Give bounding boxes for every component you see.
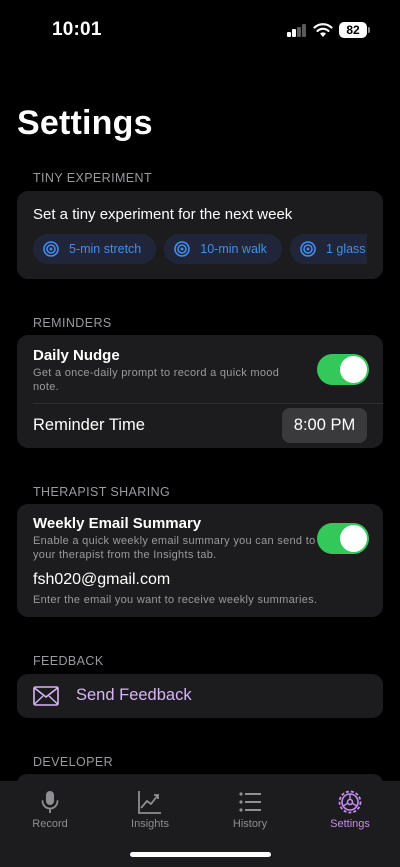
tab-insights[interactable]: Insights (100, 781, 200, 841)
therapist-sharing-card: Weekly Email Summary Enable a quick week… (17, 504, 383, 617)
daily-nudge-description: Get a once-daily prompt to record a quic… (33, 367, 280, 393)
divider (33, 403, 383, 404)
target-icon (174, 241, 191, 257)
experiment-chip[interactable]: 1 glass of w (289, 234, 367, 264)
envelope-icon (33, 686, 59, 706)
gear-icon (338, 790, 362, 814)
weekly-summary-title: Weekly Email Summary (33, 515, 202, 532)
battery-tip (368, 27, 370, 33)
target-icon (300, 241, 316, 257)
experiment-chip[interactable]: 5-min stretch (33, 234, 157, 264)
reminder-time-picker[interactable]: 8:00 PM (282, 408, 367, 443)
daily-nudge-toggle[interactable] (317, 354, 369, 385)
section-header-developer: DEVELOPER (33, 755, 114, 769)
section-header-tiny-experiment: TINY EXPERIMENT (33, 171, 152, 185)
target-icon (43, 241, 59, 257)
experiment-chip-list[interactable]: 5-min stretch 10-min walk 1 glass of w (33, 234, 367, 264)
status-bar: 10:01 82 (0, 0, 400, 60)
send-feedback-label: Send Feedback (76, 686, 192, 704)
wifi-icon (313, 23, 333, 37)
cellular-signal-icon (287, 24, 307, 37)
section-header-reminders: REMINDERS (33, 316, 112, 330)
weekly-summary-description: Enable a quick weekly email summary you … (33, 535, 316, 561)
daily-nudge-title: Daily Nudge (33, 347, 120, 364)
page-title: Settings (17, 104, 153, 142)
list-icon (239, 792, 261, 812)
tiny-experiment-card: Set a tiny experiment for the next week … (17, 191, 383, 279)
tab-label: History (232, 818, 268, 830)
section-header-therapist-sharing: THERAPIST SHARING (33, 485, 171, 499)
tab-label: Settings (330, 818, 370, 830)
experiment-chip-label: 1 glass of w (325, 242, 367, 256)
experiment-chip[interactable]: 10-min walk (164, 234, 282, 264)
reminders-card: Daily Nudge Get a once-daily prompt to r… (17, 335, 383, 448)
weekly-summary-toggle[interactable] (317, 523, 369, 554)
section-header-feedback: FEEDBACK (33, 654, 104, 668)
tab-label: Record (32, 818, 68, 830)
tab-history[interactable]: History (200, 781, 300, 841)
battery-icon: 82 (339, 22, 367, 38)
microphone-icon (41, 791, 59, 813)
experiment-chip-label: 5-min stretch (69, 242, 142, 256)
feedback-card: Send Feedback (17, 674, 383, 718)
tab-record[interactable]: Record (0, 781, 100, 841)
email-help-text: Enter the email you want to receive week… (33, 594, 318, 606)
tab-label: Insights (131, 818, 169, 830)
home-indicator (130, 852, 271, 857)
chart-icon (138, 791, 161, 814)
therapist-email-input[interactable]: fsh020@gmail.com (33, 571, 170, 589)
tab-settings[interactable]: Settings (300, 781, 400, 841)
reminder-time-label: Reminder Time (33, 416, 145, 434)
status-time: 10:01 (52, 19, 102, 40)
send-feedback-button[interactable]: Send Feedback (17, 674, 383, 718)
tiny-experiment-prompt: Set a tiny experiment for the next week (33, 206, 293, 223)
experiment-chip-label: 10-min walk (200, 242, 267, 256)
